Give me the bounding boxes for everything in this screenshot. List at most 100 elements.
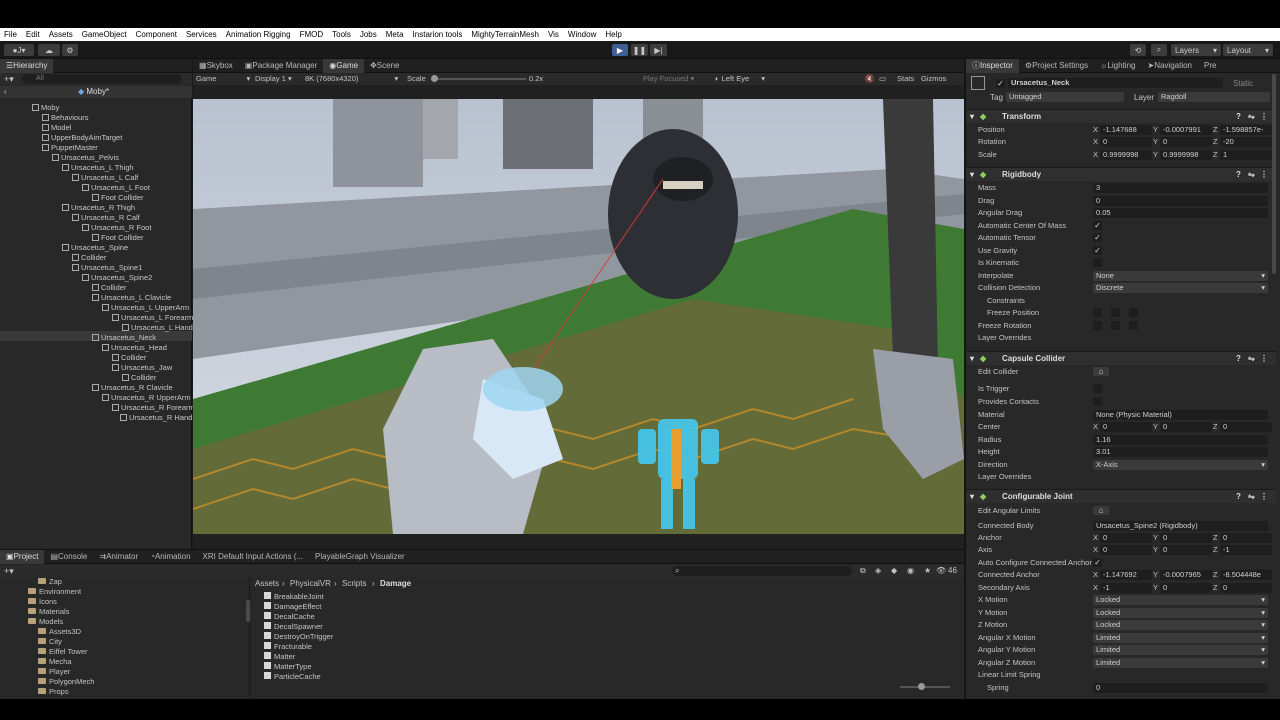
hierarchy-item[interactable]: Ursacetus_R Hand bbox=[120, 412, 192, 422]
script-file[interactable]: BreakableJoint bbox=[264, 592, 324, 601]
tag-icon[interactable]: ◆ bbox=[891, 566, 897, 575]
breadcrumb-damage[interactable]: Damage bbox=[380, 579, 411, 588]
tab-project[interactable]: ▣ Project bbox=[0, 549, 45, 564]
hierarchy-item[interactable]: Ursacetus_R Forearm bbox=[112, 402, 195, 412]
hierarchy-item[interactable]: Ursacetus_L Thigh bbox=[62, 162, 134, 172]
more-icon[interactable]: ⋮ bbox=[1260, 112, 1268, 121]
vector-field[interactable]: 0 bbox=[1160, 583, 1212, 593]
play-focused-dropdown[interactable]: Play Focused ▾ bbox=[643, 74, 694, 83]
connected-body-field[interactable]: Ursacetus_Spine2 (Rigidbody) bbox=[1093, 521, 1268, 531]
help-icon[interactable]: ? bbox=[1236, 492, 1241, 501]
constraint-checkbox[interactable] bbox=[1129, 321, 1138, 330]
layers-dropdown[interactable]: Layers ▾ bbox=[1171, 44, 1221, 56]
edit-collider-button[interactable]: ⌂ bbox=[1093, 367, 1109, 376]
hierarchy-item[interactable]: Behaviours bbox=[42, 112, 89, 122]
active-checkbox[interactable]: ✓ bbox=[996, 79, 1005, 88]
vector-field[interactable]: 0 bbox=[1220, 533, 1272, 543]
mute-audio-icon[interactable]: 🔇 bbox=[865, 74, 874, 83]
foldout-arrow-icon[interactable]: ▾ bbox=[970, 112, 974, 121]
hierarchy-item[interactable]: Ursacetus_Head bbox=[102, 342, 167, 352]
hierarchy-item[interactable]: Ursacetus_L Clavicle bbox=[92, 292, 171, 302]
dropdown[interactable]: Limited ▾ bbox=[1093, 633, 1268, 643]
project-folder[interactable]: PolygonMech bbox=[38, 677, 94, 686]
more-icon[interactable]: ⋮ bbox=[1260, 492, 1268, 501]
hierarchy-item[interactable]: Moby bbox=[32, 102, 59, 112]
menu-services[interactable]: Services bbox=[186, 30, 217, 39]
foldout-arrow-icon[interactable]: ▾ bbox=[970, 492, 974, 501]
menu-file[interactable]: File bbox=[4, 30, 17, 39]
vector-field[interactable]: -0.0007965 bbox=[1160, 570, 1212, 580]
tree-scrollbar[interactable] bbox=[246, 600, 250, 622]
value-field[interactable]: 0 bbox=[1093, 683, 1268, 693]
edit-angular-limits-button[interactable]: ⌂ bbox=[1093, 506, 1109, 515]
menu-vis[interactable]: Vis bbox=[548, 30, 559, 39]
hierarchy-item[interactable]: Ursacetus_L Calf bbox=[72, 172, 138, 182]
vector-field[interactable]: 0 bbox=[1160, 545, 1212, 555]
gizmos-button[interactable]: Gizmos bbox=[921, 74, 946, 83]
tab-animator[interactable]: ⇉ Animator bbox=[93, 550, 144, 564]
checkbox[interactable] bbox=[1093, 258, 1102, 267]
project-folder[interactable]: City bbox=[38, 637, 62, 646]
vector-field[interactable]: 0 bbox=[1160, 422, 1212, 432]
more-icon[interactable]: ⋮ bbox=[1260, 170, 1268, 179]
project-folder[interactable]: Models bbox=[28, 617, 63, 626]
resolution-dropdown[interactable]: 8K (7680x4320) ▾ bbox=[305, 74, 398, 83]
dropdown[interactable]: Discrete ▾ bbox=[1093, 283, 1268, 293]
breadcrumb-scripts[interactable]: Scripts bbox=[342, 579, 366, 588]
hierarchy-item[interactable]: Ursacetus_L UpperArm bbox=[102, 302, 189, 312]
vector-field[interactable]: 0 bbox=[1160, 533, 1212, 543]
filter-type-icon[interactable]: ⧉ bbox=[860, 566, 866, 576]
presets-icon[interactable]: ⇋ bbox=[1248, 492, 1255, 501]
eye-dropdown[interactable]: ◐ Left Eye ▾ bbox=[715, 74, 765, 83]
checkbox[interactable]: ✓ bbox=[1093, 558, 1102, 567]
icon-size-slider[interactable] bbox=[900, 683, 950, 690]
project-folder[interactable]: Icons bbox=[28, 597, 57, 606]
value-field[interactable]: 1.16 bbox=[1093, 435, 1268, 445]
hierarchy-item[interactable]: Ursacetus_Jaw bbox=[112, 362, 172, 372]
presets-icon[interactable]: ⇋ bbox=[1248, 112, 1255, 121]
vector-field[interactable]: -1.598857e- bbox=[1220, 125, 1272, 135]
hierarchy-item[interactable]: Ursacetus_R Calf bbox=[72, 212, 140, 222]
layout-dropdown[interactable]: Layout ▾ bbox=[1223, 44, 1273, 56]
tab-inspector[interactable]: ⓘ Inspector bbox=[966, 58, 1019, 73]
hierarchy-item[interactable]: Ursacetus_R Clavicle bbox=[92, 382, 173, 392]
hierarchy-item[interactable]: Ursacetus_R Thigh bbox=[62, 202, 135, 212]
vector-field[interactable]: 0 bbox=[1220, 422, 1272, 432]
filter-label-icon[interactable]: ◈ bbox=[875, 566, 881, 575]
menu-gameobject[interactable]: GameObject bbox=[82, 30, 127, 39]
presets-icon[interactable]: ⇋ bbox=[1248, 354, 1255, 363]
menu-window[interactable]: Window bbox=[568, 30, 596, 39]
project-folder[interactable]: Environment bbox=[28, 587, 81, 596]
checkbox[interactable]: ✓ bbox=[1093, 233, 1102, 242]
script-file[interactable]: ParticleCache bbox=[264, 672, 321, 681]
menu-meta[interactable]: Meta bbox=[386, 30, 404, 39]
script-file[interactable]: Fracturable bbox=[264, 642, 312, 651]
hierarchy-item[interactable]: Ursacetus_Spine bbox=[62, 242, 128, 252]
vector-field[interactable]: 1 bbox=[1220, 150, 1272, 160]
project-folder[interactable]: Props bbox=[38, 687, 69, 696]
checkbox[interactable] bbox=[1093, 397, 1102, 406]
tab-xri-input-actions[interactable]: XRI Default Input Actions (... bbox=[197, 550, 310, 564]
hierarchy-item[interactable]: Ursacetus_Spine1 bbox=[72, 262, 142, 272]
hierarchy-item[interactable]: PuppetMaster bbox=[42, 142, 98, 152]
cloud-button[interactable]: ☁ bbox=[38, 44, 60, 56]
component-header[interactable]: ▾ ◆ Rigidbody? ⇋ ⋮ bbox=[966, 167, 1276, 181]
game-mode-dropdown[interactable]: Game ▾ bbox=[196, 74, 250, 83]
foldout-arrow-icon[interactable]: ▾ bbox=[970, 170, 974, 179]
hierarchy-item[interactable]: Ursacetus_Pelvis bbox=[52, 152, 119, 162]
hierarchy-item[interactable]: Foot Collider bbox=[92, 192, 144, 202]
vector-field[interactable]: 0 bbox=[1100, 137, 1152, 147]
pause-button[interactable]: ❚❚ bbox=[631, 44, 648, 56]
vector-field[interactable]: -20 bbox=[1220, 137, 1272, 147]
menu-mighty-terrain-mesh[interactable]: MightyTerrainMesh bbox=[471, 30, 539, 39]
tab-project-settings[interactable]: ⚙ Project Settings bbox=[1019, 59, 1094, 73]
tab-hierarchy[interactable]: ☰ Hierarchy bbox=[0, 58, 54, 73]
play-button[interactable]: ▶ bbox=[612, 44, 628, 56]
visibility-icon[interactable]: 👁 bbox=[936, 566, 946, 575]
script-file[interactable]: DecalSpawner bbox=[264, 622, 323, 631]
dropdown[interactable]: Locked ▾ bbox=[1093, 595, 1268, 605]
value-field[interactable]: 3 bbox=[1093, 183, 1268, 193]
collab-button[interactable]: ⚙ bbox=[62, 44, 78, 56]
tab-package-manager[interactable]: ▣ Package Manager bbox=[239, 59, 324, 73]
icon-size-slider-handle[interactable] bbox=[918, 683, 925, 690]
